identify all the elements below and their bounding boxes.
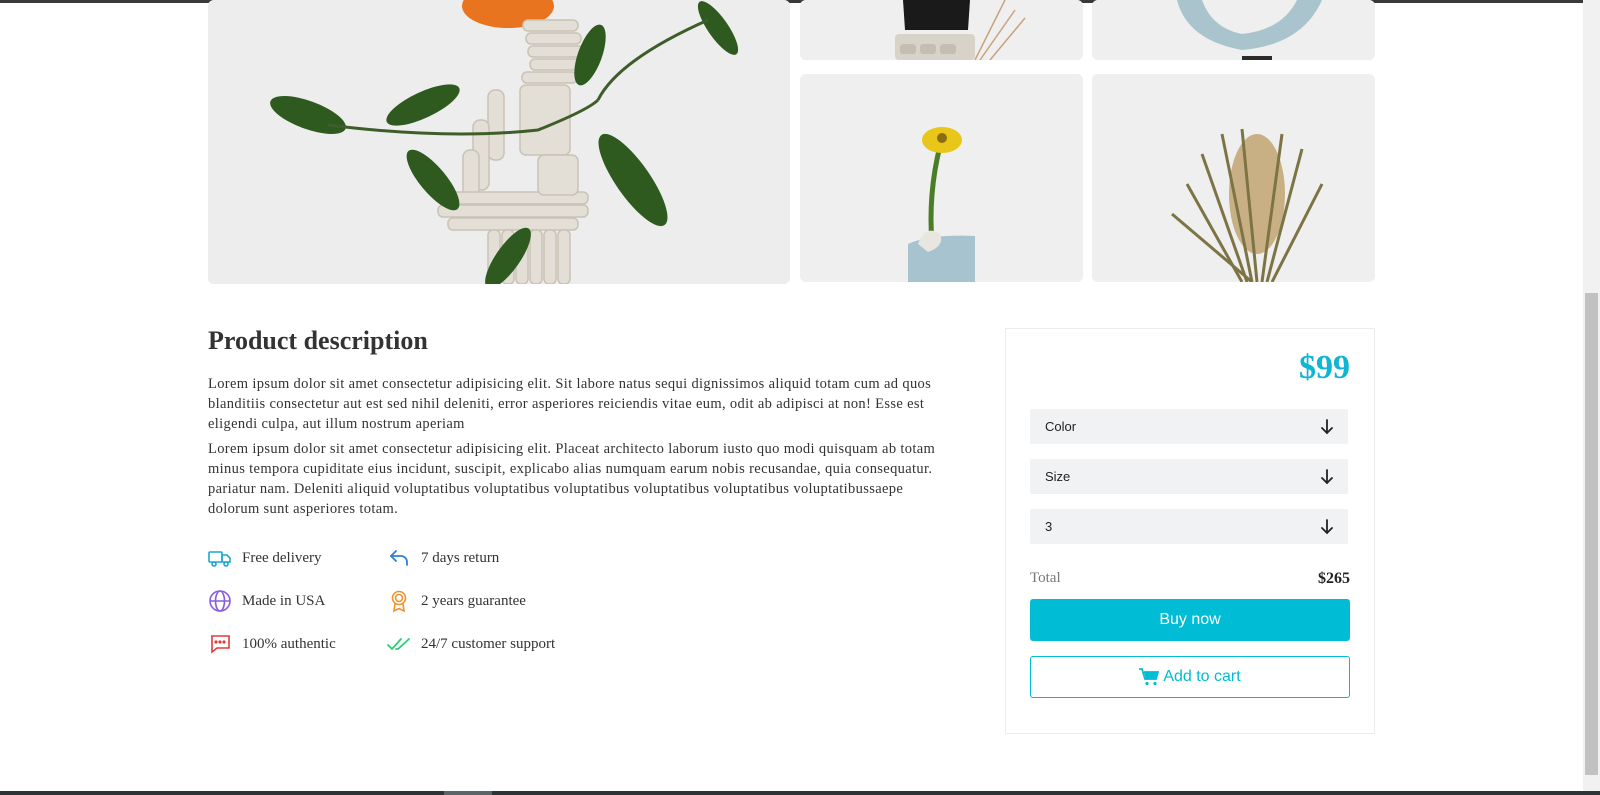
award-icon: [387, 589, 411, 613]
taskbar-segment: [444, 791, 492, 795]
buy-now-button[interactable]: Buy now: [1030, 599, 1350, 641]
product-thumbnail-blue-vase[interactable]: [1092, 0, 1375, 60]
product-main-image[interactable]: [208, 0, 790, 284]
color-select[interactable]: Color: [1030, 409, 1348, 444]
feature-label: Made in USA: [242, 592, 326, 609]
feature-return: 7 days return: [387, 546, 499, 570]
arrow-down-icon: [1321, 468, 1333, 484]
feature-label: 2 years guarantee: [421, 592, 526, 609]
taskbar-edge: [0, 791, 1600, 795]
quantity-select-value: 3: [1045, 519, 1053, 534]
feature-made-in-usa: Made in USA: [208, 589, 325, 613]
product-description-paragraph: Lorem ipsum dolor sit amet consectetur a…: [208, 376, 932, 432]
quantity-select[interactable]: 3: [1030, 509, 1348, 544]
color-select-value: Color: [1045, 419, 1077, 434]
feature-free-delivery: Free delivery: [208, 546, 322, 570]
buy-now-label: Buy now: [1159, 611, 1221, 628]
arrow-down-icon: [1321, 518, 1333, 534]
globe-icon: [208, 589, 232, 613]
add-to-cart-button[interactable]: Add to cart: [1030, 656, 1350, 698]
cart-icon: [1139, 668, 1160, 686]
product-thumbnail-dried-banksia[interactable]: [1092, 74, 1375, 282]
product-description-paragraph: Lorem ipsum dolor sit amet consectetur a…: [208, 441, 936, 517]
return-arrow-icon: [387, 546, 411, 570]
feature-support: 24/7 customer support: [387, 632, 555, 656]
page-scrollbar[interactable]: [1583, 0, 1600, 791]
add-to-cart-label: Add to cart: [1163, 668, 1241, 685]
arrow-down-icon: [1321, 418, 1333, 434]
feature-label: 100% authentic: [242, 635, 336, 652]
chat-dots-icon: [208, 632, 232, 656]
product-thumbnail-yellow-flower[interactable]: [800, 74, 1083, 282]
truck-icon: [208, 546, 232, 570]
feature-label: Free delivery: [242, 549, 322, 566]
total-label: Total: [1030, 570, 1061, 586]
feature-guarantee: 2 years guarantee: [387, 589, 526, 613]
total-value: $265: [1318, 570, 1350, 587]
feature-label: 24/7 customer support: [421, 635, 556, 652]
scrollbar-thumb[interactable]: [1585, 293, 1598, 775]
product-description-title: Product description: [208, 326, 428, 355]
feature-label: 7 days return: [421, 549, 500, 566]
size-select[interactable]: Size: [1030, 459, 1348, 494]
double-check-icon: [387, 632, 411, 656]
product-thumbnail-black-vase[interactable]: [800, 0, 1083, 60]
purchase-card: $99 Color Size 3 Total $265 Buy now Add …: [1005, 328, 1375, 734]
product-price: $99: [1299, 349, 1350, 386]
size-select-value: Size: [1045, 469, 1071, 484]
feature-authentic: 100% authentic: [208, 632, 336, 656]
